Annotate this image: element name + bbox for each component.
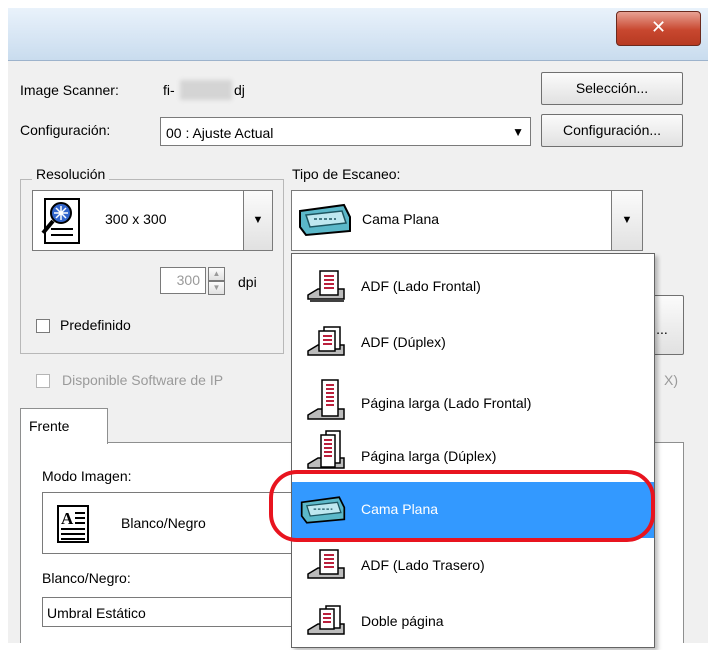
tab-front-label: Frente (29, 418, 70, 434)
text-document-icon: A (57, 505, 89, 543)
chevron-down-icon[interactable]: ▼ (611, 190, 643, 251)
config-value: 00 : Ajuste Actual (166, 125, 274, 141)
scan-type-option[interactable]: ADF (Lado Trasero) (292, 538, 654, 594)
ipc-checkbox[interactable] (36, 374, 50, 388)
adf-front-icon (307, 270, 345, 302)
select-scanner-button[interactable]: Selección... (541, 72, 683, 105)
double-page-icon (307, 605, 345, 635)
option-label: ADF (Lado Trasero) (361, 557, 485, 573)
spinner-down-icon[interactable]: ▼ (208, 281, 225, 295)
svg-text:A: A (61, 509, 74, 528)
scan-type-option[interactable]: ADF (Dúplex) (292, 315, 654, 371)
predefined-checkbox[interactable] (36, 319, 50, 333)
option-label: Página larga (Lado Frontal) (361, 395, 532, 411)
resolution-group-label: Resolución (32, 166, 110, 182)
resolution-value: 300 x 300 (105, 211, 167, 227)
dpi-input[interactable]: 300 (160, 267, 206, 294)
chevron-down-icon: ▼ (512, 125, 524, 139)
option-label: ADF (Lado Frontal) (361, 278, 481, 294)
bw-value: Umbral Estático (47, 605, 146, 621)
tab-front[interactable]: Frente (20, 408, 108, 444)
scan-type-value: Cama Plana (362, 211, 440, 227)
ipc-label: Disponible Software de IP (62, 372, 224, 388)
adf-back-icon (307, 549, 345, 579)
close-button[interactable]: ✕ (616, 11, 701, 46)
adf-duplex-icon (307, 326, 345, 356)
resolution-select[interactable]: 300 x 300 ▼ (32, 190, 273, 251)
scanner-label: Image Scanner: (20, 82, 119, 98)
option-label: ADF (Dúplex) (361, 334, 446, 350)
resolution-icon (41, 198, 80, 244)
long-page-front-icon (307, 379, 345, 420)
option-label: Doble página (361, 613, 444, 629)
bw-select[interactable]: Umbral Estático (42, 597, 302, 627)
option-label: Página larga (Dúplex) (361, 448, 497, 464)
long-page-duplex-icon (307, 430, 345, 469)
model-redaction (180, 80, 232, 100)
config-label: Configuración: (20, 122, 111, 138)
ipc-trailing: X) (664, 372, 678, 388)
flatbed-icon (299, 203, 351, 237)
scan-type-label: Tipo de Escaneo: (292, 166, 401, 182)
configuration-button[interactable]: Configuración... (541, 114, 683, 147)
dpi-unit: dpi (238, 274, 257, 290)
scanner-model-suffix: dj (234, 82, 245, 98)
chevron-down-icon[interactable]: ▼ (243, 190, 273, 251)
bw-label: Blanco/Negro: (42, 570, 131, 586)
scan-type-dropdown: ADF (Lado Frontal) ADF (Dúplex) Página l… (291, 253, 655, 648)
image-mode-label: Modo Imagen: (42, 468, 132, 484)
close-icon: ✕ (650, 17, 667, 38)
image-mode-select[interactable]: A Blanco/Negro (42, 492, 302, 554)
scan-type-select[interactable]: Cama Plana ▼ (291, 190, 643, 251)
spinner-up-icon[interactable]: ▲ (208, 267, 225, 281)
image-mode-value: Blanco/Negro (121, 515, 206, 531)
highlight-annotation (269, 470, 655, 542)
config-select[interactable]: 00 : Ajuste Actual ▼ (160, 117, 531, 146)
scanner-model-prefix: fi- (163, 82, 175, 98)
title-bar (8, 8, 708, 61)
scan-type-option[interactable]: ADF (Lado Frontal) (292, 259, 654, 315)
scan-type-option[interactable]: Doble página (292, 594, 654, 650)
dpi-value: 300 (176, 272, 200, 288)
predefined-label: Predefinido (60, 317, 131, 333)
